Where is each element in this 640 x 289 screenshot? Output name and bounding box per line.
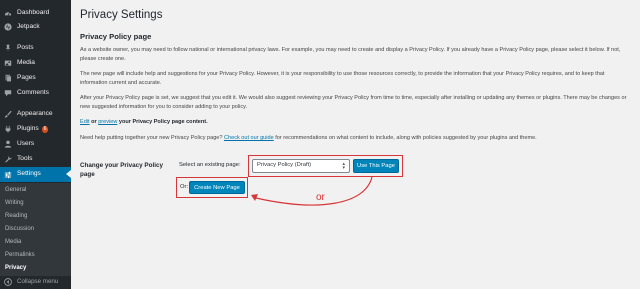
select-value: Privacy Policy (Draft) — [257, 162, 312, 168]
sidebar-item-settings[interactable]: Settings — [0, 167, 71, 182]
intro-paragraph: As a website owner, you may need to foll… — [80, 47, 621, 62]
user-icon — [4, 140, 12, 148]
submenu-item-media[interactable]: Media — [5, 239, 21, 245]
pages-icon — [4, 74, 12, 82]
admin-sidebar: Dashboard Jetpack Posts Media Pages Comm… — [0, 0, 71, 289]
select-page-label: Select an existing page: — [179, 162, 241, 168]
sidebar-item-label: Media — [17, 58, 35, 66]
submenu-item-general[interactable]: General — [5, 187, 26, 193]
edit-link[interactable]: Edit — [80, 119, 90, 125]
sidebar-item-label: Appearance — [17, 109, 53, 117]
sidebar-item-label: Comments — [17, 88, 49, 96]
submenu-item-discussion[interactable]: Discussion — [5, 226, 34, 232]
active-indicator — [66, 170, 71, 178]
collapse-menu-button[interactable]: Collapse menu — [4, 278, 58, 286]
sidebar-item-label: Tools — [17, 154, 33, 162]
submenu-item-reading[interactable]: Reading — [5, 213, 27, 219]
page-title: Privacy Settings — [80, 9, 163, 21]
collapse-label: Collapse menu — [17, 277, 59, 285]
submenu-item-writing[interactable]: Writing — [5, 200, 24, 206]
guide-prefix-text: Need help putting together your new Priv… — [80, 135, 223, 141]
sidebar-item-users[interactable]: Users — [0, 137, 71, 151]
jetpack-icon — [4, 23, 12, 31]
sidebar-item-label: Settings — [17, 170, 41, 178]
dashboard-icon — [4, 9, 12, 17]
or-annotation: or — [316, 192, 325, 203]
change-policy-label: Change your Privacy Policy page — [80, 162, 163, 178]
select-arrows-icon: ▴ ▾ — [342, 161, 345, 171]
sidebar-item-posts[interactable]: Posts — [0, 41, 71, 55]
sidebar-item-plugins[interactable]: Plugins 6 — [0, 122, 71, 136]
sidebar-item-dashboard[interactable]: Dashboard — [0, 6, 71, 20]
guide-line: Need help putting together your new Priv… — [80, 134, 633, 143]
help-paragraph: The new page will include help and sugge… — [80, 71, 605, 86]
submenu-item-permalinks[interactable]: Permalinks — [5, 252, 35, 258]
sidebar-item-jetpack[interactable]: Jetpack — [0, 20, 71, 34]
sidebar-item-label: Dashboard — [17, 8, 50, 16]
pin-icon — [4, 44, 12, 52]
sidebar-item-label: Jetpack — [17, 22, 40, 30]
sidebar-item-label: Plugins — [17, 124, 39, 132]
sidebar-item-pages[interactable]: Pages — [0, 71, 71, 85]
use-this-page-button[interactable]: Use This Page — [353, 159, 399, 173]
edit-preview-line: Edit or preview your Privacy Policy page… — [80, 118, 633, 127]
sidebar-item-label: Users — [17, 139, 35, 147]
create-new-page-button[interactable]: Create New Page — [189, 181, 245, 194]
guide-link[interactable]: Check out our guide — [224, 135, 274, 141]
settings-submenu: General Writing Reading Discussion Media… — [0, 183, 71, 276]
section-title: Privacy Policy page — [80, 32, 152, 41]
sidebar-item-label: Posts — [17, 43, 34, 51]
collapse-icon — [4, 278, 12, 286]
annotation-arrow — [251, 176, 373, 206]
suggestion-paragraph: After your Privacy Policy page is set, w… — [80, 95, 627, 110]
or-text: or — [91, 119, 97, 125]
guide-suffix-text: for recommendations on what content to i… — [275, 135, 537, 141]
comment-icon — [4, 89, 12, 97]
sidebar-item-label: Pages — [17, 73, 36, 81]
sidebar-item-appearance[interactable]: Appearance — [0, 107, 71, 121]
plugin-icon — [4, 125, 12, 133]
brush-icon — [4, 110, 12, 118]
settings-icon — [4, 171, 12, 179]
preview-link[interactable]: preview — [98, 119, 117, 125]
edit-suffix-text: your Privacy Policy page content. — [118, 119, 208, 125]
sidebar-item-comments[interactable]: Comments — [0, 86, 71, 100]
sidebar-item-tools[interactable]: Tools — [0, 152, 71, 166]
sidebar-item-media[interactable]: Media — [0, 56, 71, 70]
wrench-icon — [4, 155, 12, 163]
media-icon — [4, 59, 12, 67]
plugins-update-badge: 6 — [41, 125, 49, 133]
privacy-page-select[interactable]: Privacy Policy (Draft) ▴ ▾ — [252, 159, 350, 173]
submenu-item-privacy[interactable]: Privacy — [5, 265, 26, 271]
